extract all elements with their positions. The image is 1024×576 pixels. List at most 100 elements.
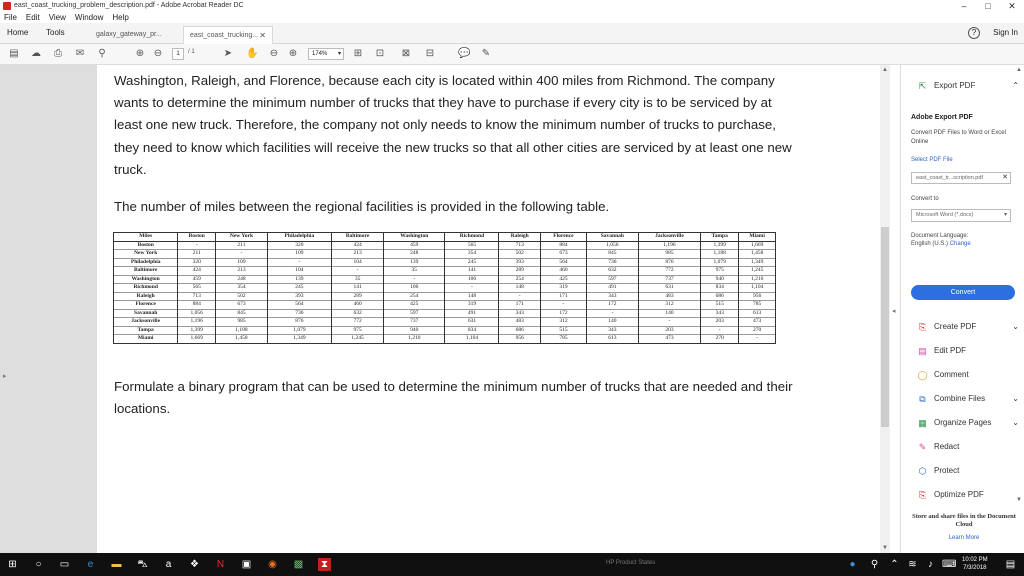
convert-format-select[interactable]: Microsoft Word (*.docx) ▾	[911, 209, 1011, 222]
row-header: Boston	[112, 241, 179, 250]
protect-icon: ⬡	[918, 466, 927, 476]
scroll-up-icon[interactable]: ▲	[880, 67, 890, 73]
print-icon[interactable]: ⎙	[52, 48, 64, 60]
next-page-icon[interactable]: ⊖	[152, 48, 164, 60]
help-icon[interactable]: ?	[968, 27, 980, 39]
minimize-button[interactable]: –	[952, 0, 976, 12]
search-icon[interactable]: ⚲	[96, 48, 108, 60]
pdf-page: Washington, Raleigh, and Florence, becau…	[97, 65, 884, 553]
tab-document-east-coast[interactable]: east_coast_trucking... ✕	[183, 26, 273, 44]
row-header: Tampa	[112, 326, 179, 335]
comment-tool-icon[interactable]: 💬	[458, 48, 470, 60]
select-cursor-icon[interactable]: ➤	[222, 48, 234, 60]
firefox-icon[interactable]: ◉	[266, 558, 279, 571]
tab-home[interactable]: Home	[7, 28, 28, 37]
excel-icon[interactable]: ▩	[292, 558, 305, 571]
system-clock[interactable]: 10:02 PM 7/3/2018	[962, 556, 988, 572]
menu-window[interactable]: Window	[75, 12, 103, 23]
chevron-down-icon[interactable]: ⌄	[1012, 416, 1019, 430]
table-cell: 148	[498, 283, 541, 292]
column-header: Raleigh	[498, 232, 541, 241]
tool-redact[interactable]: ✎ Redact	[917, 440, 1021, 454]
page-number-input[interactable]: 1	[172, 48, 184, 60]
table-cell: 148	[444, 292, 500, 301]
menu-file[interactable]: File	[4, 12, 17, 23]
media-icon[interactable]: ▣	[240, 558, 253, 571]
chevron-up-icon[interactable]: ⌃	[888, 558, 901, 571]
table-cell: 106	[383, 283, 446, 292]
table-cell: 312	[539, 317, 587, 326]
upload-cloud-icon[interactable]: ☁	[30, 48, 42, 60]
previous-page-icon[interactable]: ⊕	[134, 48, 146, 60]
chevron-down-icon[interactable]: ⌄	[1012, 392, 1019, 406]
tool-comment[interactable]: ◯ Comment	[917, 368, 1021, 382]
pane-scroll-down-icon[interactable]: ▼	[1016, 497, 1022, 503]
chevron-down-icon: ▾	[1003, 212, 1007, 218]
collapse-left-pane-icon[interactable]: ▸	[3, 372, 7, 380]
pane-scroll-up-icon[interactable]: ▲	[1016, 67, 1022, 73]
fit-width-icon[interactable]: ⊡	[374, 48, 386, 60]
tool-combine-files[interactable]: ⧉ Combine Files ⌄	[917, 392, 1021, 406]
menu-help[interactable]: Help	[112, 12, 128, 23]
table-cell: 1,245	[331, 334, 385, 343]
task-view-icon[interactable]: ▭	[58, 558, 71, 571]
tab-document-galaxy[interactable]: galaxy_gateway_pr...	[90, 26, 180, 44]
network-icon[interactable]: ≋	[906, 558, 919, 571]
zoom-select[interactable]: 174% ▾	[308, 48, 344, 60]
select-pdf-link[interactable]: Select PDF File	[911, 157, 953, 163]
cortana-icon[interactable]: ○	[32, 558, 45, 571]
change-language-link[interactable]: Change	[950, 241, 971, 247]
edge-icon[interactable]: e	[84, 558, 97, 571]
sign-in-link[interactable]: Sign In	[993, 28, 1018, 37]
hp-icon[interactable]: ●	[846, 558, 859, 571]
fit-page-icon[interactable]: ⊞	[352, 48, 364, 60]
tab-tools[interactable]: Tools	[46, 28, 65, 37]
tool-organize-pages[interactable]: ▦ Organize Pages ⌄	[917, 416, 1021, 430]
windows-start-icon[interactable]: ⊞	[6, 558, 19, 571]
learn-more-link[interactable]: Learn More	[909, 535, 1019, 541]
document-scrollbar[interactable]: ▲ ▼	[880, 65, 890, 553]
zoom-out-icon[interactable]: ⊖	[268, 48, 280, 60]
zoom-in-icon[interactable]: ⊕	[287, 48, 299, 60]
optimize-icon: ⎘	[918, 490, 927, 500]
scroll-down-icon[interactable]: ▼	[880, 545, 890, 551]
chevron-up-icon[interactable]: ⌃	[1012, 79, 1019, 93]
close-window-button[interactable]: ✕	[1000, 0, 1024, 12]
maximize-button[interactable]: □	[976, 0, 1000, 12]
tool-create-pdf[interactable]: ⎘ Create PDF ⌄	[917, 320, 1021, 334]
acrobat-taskbar-icon[interactable]: ⧗	[318, 558, 331, 571]
volume-icon[interactable]: ♪	[924, 558, 937, 571]
email-icon[interactable]: ✉	[74, 48, 86, 60]
collapse-right-pane-icon[interactable]: ◂	[892, 307, 896, 315]
people-icon[interactable]: ⚲	[868, 558, 881, 571]
keyboard-icon[interactable]: ⌨	[942, 558, 956, 571]
scrollbar-thumb[interactable]	[881, 227, 889, 427]
menu-edit[interactable]: Edit	[26, 12, 40, 23]
close-icon[interactable]: ✕	[259, 27, 266, 45]
dropbox-icon[interactable]: ❖	[188, 558, 201, 571]
clear-file-icon[interactable]: ✕	[1002, 173, 1008, 183]
table-cell: 1,458	[215, 334, 268, 343]
selected-file-field[interactable]: east_coast_tr...scription.pdf ✕	[911, 172, 1011, 184]
menu-view[interactable]: View	[49, 12, 66, 23]
pen-tool-icon[interactable]: ✎	[480, 48, 492, 60]
table-cell: 686	[700, 292, 740, 301]
export-pdf-label: Export PDF	[934, 81, 976, 90]
read-mode-icon[interactable]: ⊟	[424, 48, 436, 60]
hand-tool-icon[interactable]: ✋	[246, 48, 258, 60]
tool-optimize-pdf[interactable]: ⎘ Optimize PDF	[917, 488, 1021, 502]
export-pdf-tool[interactable]: ⇱ Export PDF ⌃	[917, 79, 1021, 93]
tool-protect[interactable]: ⬡ Protect	[917, 464, 1021, 478]
chevron-down-icon[interactable]: ⌄	[1012, 320, 1019, 334]
table-cell: -	[177, 241, 217, 250]
notifications-icon[interactable]: ▤	[1004, 558, 1017, 571]
convert-button[interactable]: Convert	[911, 285, 1015, 300]
file-explorer-icon[interactable]: ▬	[110, 558, 123, 571]
full-screen-icon[interactable]: ⊠	[400, 48, 412, 60]
store-icon[interactable]: ⛍	[136, 558, 149, 571]
save-icon[interactable]: ▤	[8, 48, 20, 60]
tool-edit-pdf[interactable]: ▤ Edit PDF	[917, 344, 1021, 358]
table-cell: 35	[383, 266, 446, 275]
amazon-icon[interactable]: a	[162, 558, 175, 571]
netflix-icon[interactable]: N	[214, 558, 227, 571]
